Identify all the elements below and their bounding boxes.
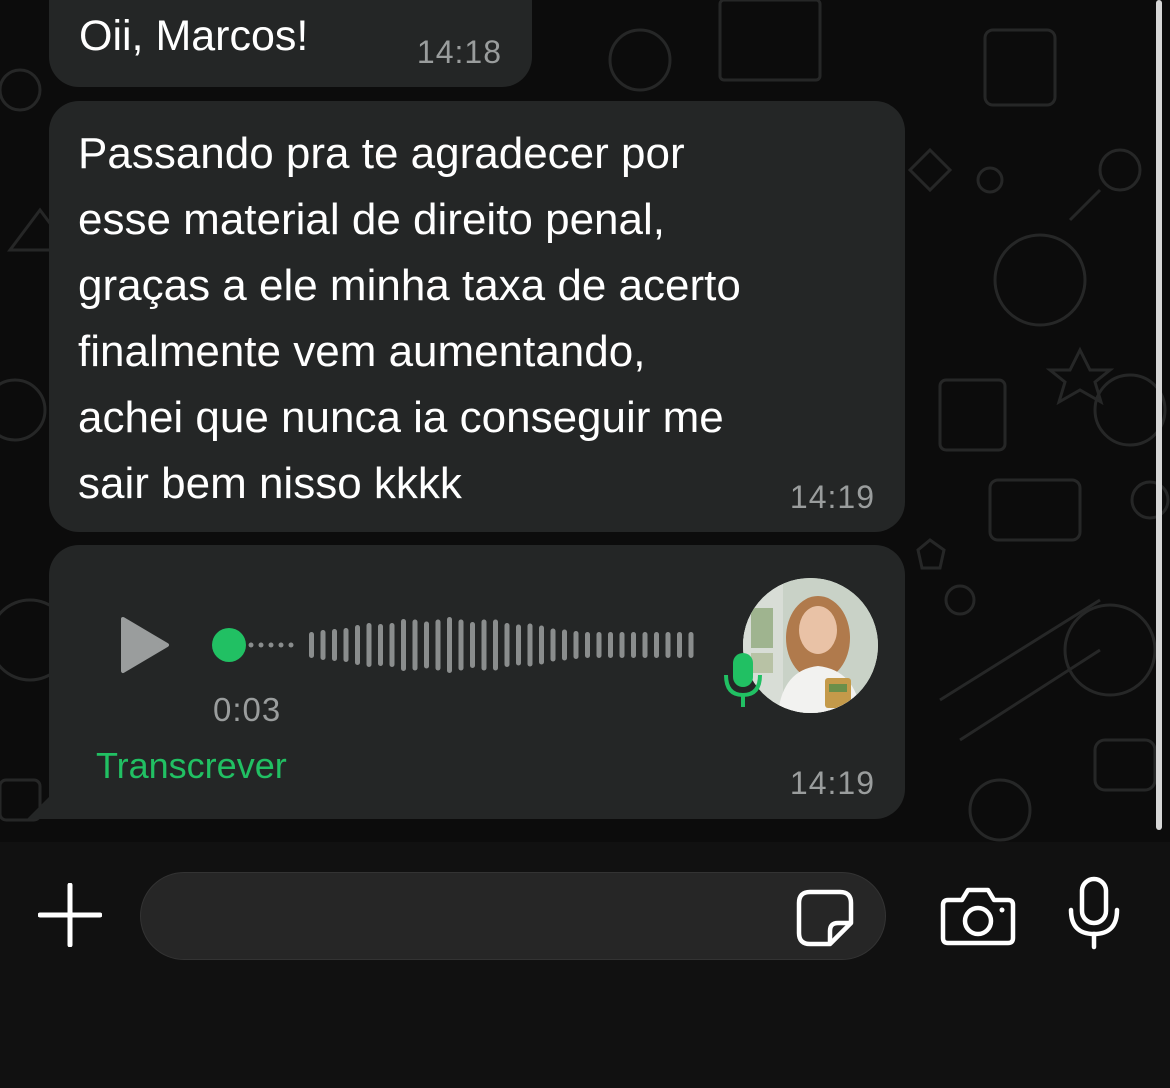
waveform-bar <box>585 632 590 658</box>
waveform-bar <box>596 632 602 658</box>
waveform-bar <box>389 623 395 667</box>
audio-waveform-slider[interactable] <box>209 615 709 675</box>
waveform-bar <box>562 629 567 661</box>
waveform-bar <box>550 628 556 662</box>
voice-message-bubble[interactable]: 0:03 Transcrever 14:19 <box>27 545 905 819</box>
message-bubble-thanks[interactable]: Passando pra te agradecer por esse mater… <box>49 101 905 532</box>
message-timestamp: 14:18 <box>416 34 502 70</box>
waveform-bar <box>343 628 349 662</box>
waveform-bar <box>527 623 533 667</box>
waveform-bar <box>401 619 406 671</box>
message-timestamp: 14:19 <box>789 765 875 801</box>
chat-area[interactable]: Oii, Marcos! 14:18 Passando pra te agrad… <box>0 0 1170 842</box>
waveform-bar <box>608 632 613 658</box>
microphone-icon[interactable] <box>1066 876 1122 950</box>
waveform-bar <box>665 632 671 658</box>
waveform-bar <box>516 624 521 666</box>
waveform-bar <box>631 632 636 658</box>
scrollbar[interactable] <box>1156 0 1162 830</box>
waveform-bar <box>447 617 452 673</box>
plus-icon[interactable] <box>38 883 102 947</box>
waveform-dot <box>258 642 264 648</box>
message-timestamp: 14:19 <box>789 479 875 515</box>
waveform-bar <box>573 631 579 659</box>
waveform-bar <box>458 619 464 671</box>
voice-duration: 0:03 <box>213 691 282 728</box>
waveform-bar <box>366 623 372 667</box>
waveform-dot <box>268 642 274 648</box>
waveform-bar <box>688 632 694 658</box>
message-text: Passando pra te agradecer por esse mater… <box>78 129 741 508</box>
waveform-bar <box>539 625 544 665</box>
waveform-bar <box>504 623 510 667</box>
waveform-bar <box>619 632 625 658</box>
waveform-bar <box>481 619 487 671</box>
waveform-bar <box>320 630 326 660</box>
waveform-bar <box>424 621 429 669</box>
message-bubble-greeting[interactable]: Oii, Marcos! 14:18 <box>49 0 532 87</box>
waveform-dot <box>288 642 294 648</box>
waveform-bar <box>470 622 475 668</box>
play-icon[interactable] <box>117 615 173 675</box>
waveform-bar <box>378 624 383 666</box>
message-text: Oii, Marcos! <box>79 12 309 60</box>
waveform-bar <box>642 632 648 658</box>
playback-position-knob[interactable] <box>212 628 246 662</box>
waveform-dot <box>278 642 284 648</box>
waveform-bar <box>435 619 441 671</box>
message-input-container[interactable] <box>140 872 886 961</box>
waveform-bar <box>677 632 682 658</box>
transcribe-button[interactable]: Transcrever <box>96 745 287 787</box>
sticker-icon[interactable] <box>796 889 854 947</box>
waveform-bar <box>355 625 360 665</box>
waveform-bar <box>493 619 498 671</box>
message-input[interactable] <box>171 873 795 961</box>
waveform-bar <box>654 632 659 658</box>
waveform-bar <box>309 632 314 658</box>
waveform-bar <box>412 619 418 671</box>
bubble-tail <box>27 793 53 819</box>
waveform-bar <box>332 629 337 661</box>
waveform-dot <box>248 642 254 648</box>
camera-icon[interactable] <box>940 886 1016 946</box>
voice-note-mic-icon <box>724 653 762 707</box>
